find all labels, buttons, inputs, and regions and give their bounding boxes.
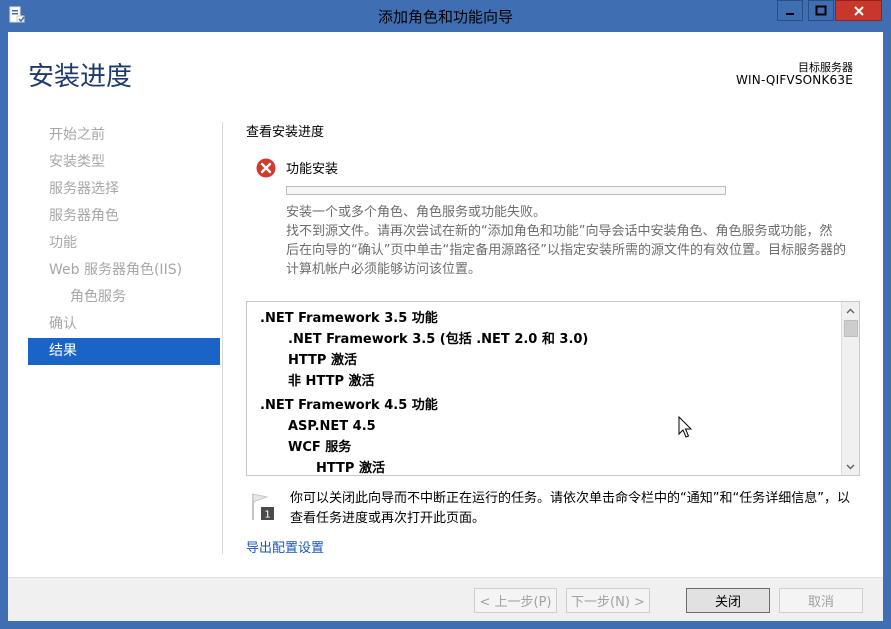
nav-divider: [222, 122, 223, 554]
install-progress-bar: [286, 186, 726, 195]
nav-item-before-you-begin[interactable]: 开始之前: [28, 122, 220, 149]
minimize-button[interactable]: [777, 0, 803, 21]
list-item: HTTP 激活: [288, 353, 357, 368]
list-item: .NET Framework 3.5 功能: [260, 311, 438, 326]
next-button[interactable]: 下一步(N) >: [566, 588, 650, 613]
page-title: 安装进度: [28, 62, 133, 92]
mouse-cursor-icon: [678, 416, 693, 438]
export-configuration-link[interactable]: 导出配置设置: [246, 537, 324, 556]
list-item: HTTP 激活: [316, 461, 385, 476]
nav-item-web-server-role[interactable]: Web 服务器角色(IIS): [28, 257, 220, 284]
scroll-up-button[interactable]: [842, 302, 859, 319]
list-item: 非 HTTP 激活: [288, 374, 375, 389]
error-line: 安装一个或多个角色、角色服务或功能失败。: [286, 205, 547, 220]
error-message: 安装一个或多个角色、角色服务或功能失败。 找不到源文件。请再次尝试在新的“添加角…: [286, 203, 866, 279]
wizard-footer: < 上一步(P) 下一步(N) > 关闭 取消: [8, 577, 883, 621]
nav-item-role-services[interactable]: 角色服务: [28, 284, 220, 311]
error-line: 计算机帐户必须能够访问该位置。: [286, 262, 482, 277]
list-item: .NET Framework 3.5 (包括 .NET 2.0 和 3.0): [288, 332, 589, 347]
list-item: WCF 服务: [288, 440, 352, 455]
list-item: .NET Framework 4.5 功能: [260, 398, 438, 413]
scroll-down-button[interactable]: [842, 458, 859, 475]
nav-item-results[interactable]: 结果: [28, 338, 220, 365]
title-bar[interactable]: 添加角色和功能向导: [0, 0, 891, 32]
window-title: 添加角色和功能向导: [377, 8, 513, 26]
error-line: 后在向导的“确认”页中单击“指定备用源路径”以指定安装所需的源文件的有效位置。目…: [286, 243, 846, 258]
error-line: 找不到源文件。请再次尝试在新的“添加角色和功能”向导会话中安装角色、角色服务或功…: [286, 224, 833, 239]
nav-item-features[interactable]: 功能: [28, 230, 220, 257]
note-line: 查看任务进度或再次打开此页面。: [290, 511, 486, 526]
close-window-button[interactable]: [835, 0, 882, 21]
chevron-up-icon: [846, 308, 855, 313]
feature-list[interactable]: .NET Framework 3.5 功能 .NET Framework 3.5…: [246, 301, 860, 476]
scroll-thumb[interactable]: [844, 320, 858, 337]
nav-item-server-selection[interactable]: 服务器选择: [28, 176, 220, 203]
target-server-name: WIN-QIFVSONK63E: [735, 73, 853, 87]
notification-flag-icon: 1: [252, 493, 274, 521]
close-button[interactable]: 关闭: [686, 588, 770, 613]
section-heading: 查看安装进度: [246, 125, 325, 140]
wizard-window: 添加角色和功能向导 安装进度 目标服务器 WIN-QIFVSONK63E 开始之…: [0, 0, 891, 629]
nav-item-confirmation[interactable]: 确认: [28, 311, 220, 338]
minimize-icon: [786, 12, 794, 15]
close-icon: [853, 5, 864, 16]
chevron-down-icon: [846, 464, 855, 469]
previous-button[interactable]: < 上一步(P): [474, 588, 557, 613]
error-icon: [256, 158, 276, 178]
feature-install-title: 功能安装: [286, 162, 339, 177]
svg-text:1: 1: [264, 510, 270, 521]
wizard-client-area: 安装进度 目标服务器 WIN-QIFVSONK63E 开始之前 安装类型 服务器…: [8, 32, 883, 621]
note-line: 你可以关闭此向导而不中断正在运行的任务。请依次单击命令栏中的“通知”和“任务详细…: [290, 491, 850, 506]
feature-list-scrollbar[interactable]: [841, 302, 859, 475]
nav-item-installation-type[interactable]: 安装类型: [28, 149, 220, 176]
nav-item-server-roles[interactable]: 服务器角色: [28, 203, 220, 230]
feature-list-content: .NET Framework 3.5 功能 .NET Framework 3.5…: [247, 302, 841, 475]
info-note: 你可以关闭此向导而不中断正在运行的任务。请依次单击命令栏中的“通知”和“任务详细…: [290, 489, 870, 529]
wizard-nav: 开始之前 安装类型 服务器选择 服务器角色 功能 Web 服务器角色(IIS) …: [28, 122, 220, 365]
cancel-button[interactable]: 取消: [779, 588, 863, 613]
maximize-icon: [815, 5, 827, 15]
list-item: ASP.NET 4.5: [288, 419, 376, 434]
maximize-button[interactable]: [808, 0, 834, 21]
